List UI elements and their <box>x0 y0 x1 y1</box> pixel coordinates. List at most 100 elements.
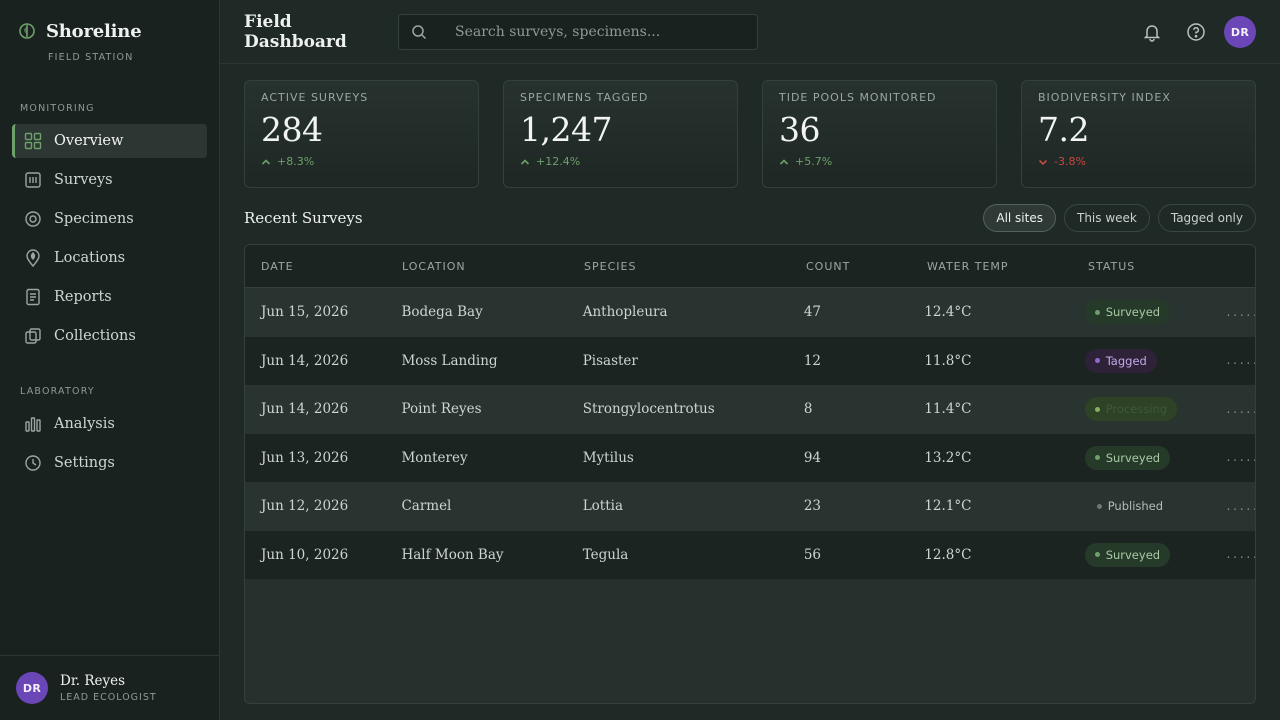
filter-chip-all-sites[interactable]: All sites <box>983 204 1056 232</box>
row-more-menu[interactable]: ........ <box>1225 354 1255 367</box>
notifications-button[interactable] <box>1136 16 1168 48</box>
status-dot-icon <box>1094 406 1100 412</box>
filter-chip-this-week[interactable]: This week <box>1063 204 1150 232</box>
column-header-date[interactable]: DATE <box>245 260 402 273</box>
main-content: Field Dashboard DR ACTIVE SURVEYS 284 <box>220 0 1280 720</box>
cell-count: 47 <box>803 304 821 321</box>
column-header-status[interactable]: STATUS <box>1088 260 1229 273</box>
cell-species: Tegula <box>582 546 629 563</box>
status-badge: Processing <box>1084 397 1178 422</box>
cell-location: Half Moon Bay <box>401 546 504 563</box>
sidebar-item-collections[interactable]: Collections <box>12 319 207 353</box>
section-title: Recent Surveys <box>244 209 363 227</box>
user-name: Dr. Reyes <box>60 673 126 689</box>
sidebar-item-specimens[interactable]: Specimens <box>12 202 207 236</box>
status-dot-icon <box>1096 503 1102 509</box>
brand[interactable]: Shoreline <box>0 0 219 44</box>
table-row[interactable]: Jun 12, 2026 Carmel Lottia 23 12.1°C Publishe… <box>245 482 1255 531</box>
user-meta: Dr. Reyes LEAD ECOLOGIST <box>60 673 157 703</box>
row-more-menu[interactable]: ........ <box>1225 306 1255 319</box>
stat-card-specimens-tagged[interactable]: SPECIMENS TAGGED 1,247 +12.4% <box>503 80 738 188</box>
grid-icon <box>24 132 42 150</box>
cell-status: Processing <box>1084 397 1225 422</box>
arrow-up-icon <box>261 158 271 165</box>
cell-location: Monterey <box>401 449 468 466</box>
stat-label: BIODIVERSITY INDEX <box>1038 91 1171 104</box>
table-row[interactable]: Jun 13, 2026 Monterey Mytilus 94 13.2°C Surve… <box>245 433 1255 482</box>
help-icon <box>1187 23 1205 41</box>
sidebar-user[interactable]: DR Dr. Reyes LEAD ECOLOGIST <box>0 655 219 720</box>
stat-card-tide-pools[interactable]: TIDE POOLS MONITORED 36 +5.7% <box>762 80 997 188</box>
status-label: Published <box>1107 499 1164 514</box>
page-title: Field Dashboard <box>244 11 347 52</box>
cell-location: Carmel <box>401 498 452 515</box>
cell-status: Published <box>1085 494 1225 518</box>
cell-date: Jun 10, 2026 <box>261 546 349 563</box>
stat-delta: +5.7% <box>779 155 980 168</box>
cell-count: 8 <box>803 401 813 418</box>
profile-avatar-button[interactable]: DR <box>1224 16 1256 48</box>
stat-label: ACTIVE SURVEYS <box>261 91 369 104</box>
search-input[interactable] <box>455 23 757 40</box>
cell-water-temp: 11.8°C <box>924 352 972 369</box>
row-more-menu[interactable]: ........ <box>1225 451 1255 464</box>
status-badge: Surveyed <box>1084 445 1171 470</box>
brand-name: Shoreline <box>46 20 142 42</box>
sidebar-item-overview[interactable]: Overview <box>12 124 207 158</box>
column-header-location[interactable]: LOCATION <box>402 260 584 273</box>
surveys-table: DATE LOCATION SPECIES COUNT WATER TEMP S… <box>244 244 1256 704</box>
status-label: Surveyed <box>1105 305 1161 320</box>
brand-subtitle: FIELD STATION <box>48 52 134 63</box>
collection-icon <box>24 327 42 345</box>
arrow-down-icon <box>1038 159 1048 165</box>
sidebar: Shoreline FIELD STATION MONITORING Overv… <box>0 0 220 720</box>
sidebar-item-settings[interactable]: Settings <box>12 446 207 480</box>
status-dot-icon <box>1094 309 1100 315</box>
sidebar-item-analysis[interactable]: Analysis <box>12 407 207 441</box>
cell-status: Surveyed <box>1084 300 1225 325</box>
cell-species: Anthopleura <box>582 304 668 321</box>
cell-species: Pisaster <box>582 352 638 369</box>
cell-location: Point Reyes <box>401 401 482 418</box>
cell-water-temp: 12.1°C <box>924 498 972 515</box>
search-box[interactable] <box>398 13 758 50</box>
search-icon <box>411 24 427 40</box>
status-dot-icon <box>1094 358 1100 364</box>
status-label: Tagged <box>1105 353 1147 368</box>
cell-date: Jun 14, 2026 <box>261 401 349 418</box>
cell-count: 12 <box>803 352 821 369</box>
recent-surveys-header: Recent Surveys All sites This week Tagge… <box>244 204 1256 232</box>
table-row[interactable]: Jun 10, 2026 Half Moon Bay Tegula 56 12.8°C S… <box>245 530 1255 579</box>
table-body: Jun 15, 2026 Bodega Bay Anthopleura 47 12.4°… <box>245 288 1255 579</box>
column-header-count[interactable]: COUNT <box>806 260 927 273</box>
nav-section-laboratory: LABORATORY <box>20 386 95 397</box>
column-header-species[interactable]: SPECIES <box>584 260 806 273</box>
cell-species: Strongylocentrotus <box>582 401 715 418</box>
sidebar-item-reports[interactable]: Reports <box>12 280 207 314</box>
stat-card-active-surveys[interactable]: ACTIVE SURVEYS 284 +8.3% <box>244 80 479 188</box>
cell-status: Surveyed <box>1084 542 1225 567</box>
table-row[interactable]: Jun 14, 2026 Point Reyes Strongylocentrotu… <box>245 385 1255 434</box>
table-row[interactable]: Jun 15, 2026 Bodega Bay Anthopleura 47 12.4°… <box>245 288 1255 337</box>
column-header-water-temp[interactable]: WATER TEMP <box>927 260 1088 273</box>
row-more-menu[interactable]: ........ <box>1225 403 1255 416</box>
help-button[interactable] <box>1180 16 1212 48</box>
stat-delta-value: +12.4% <box>536 155 581 168</box>
cell-date: Jun 15, 2026 <box>261 304 349 321</box>
filter-chip-tagged-only[interactable]: Tagged only <box>1157 204 1256 232</box>
sidebar-item-surveys[interactable]: Surveys <box>12 163 207 197</box>
sidebar-item-locations[interactable]: Locations <box>12 241 207 275</box>
row-more-menu[interactable]: ........ <box>1225 500 1255 513</box>
table-row[interactable]: Jun 14, 2026 Moss Landing Pisaster 12 11.8°C… <box>245 336 1255 385</box>
stat-card-biodiversity-index[interactable]: BIODIVERSITY INDEX 7.2 -3.8% <box>1021 80 1256 188</box>
row-more-menu[interactable]: ........ <box>1225 548 1255 561</box>
stat-value: 7.2 <box>1038 110 1089 149</box>
arrow-up-icon <box>520 158 530 165</box>
stat-delta: +12.4% <box>520 155 721 168</box>
stat-label: SPECIMENS TAGGED <box>520 91 649 104</box>
bar-chart-icon <box>24 415 42 433</box>
status-label: Surveyed <box>1105 547 1161 562</box>
table-header: DATE LOCATION SPECIES COUNT WATER TEMP S… <box>245 245 1255 288</box>
status-badge: Published <box>1085 494 1173 518</box>
nav-list-laboratory: Analysis Settings <box>12 407 207 485</box>
